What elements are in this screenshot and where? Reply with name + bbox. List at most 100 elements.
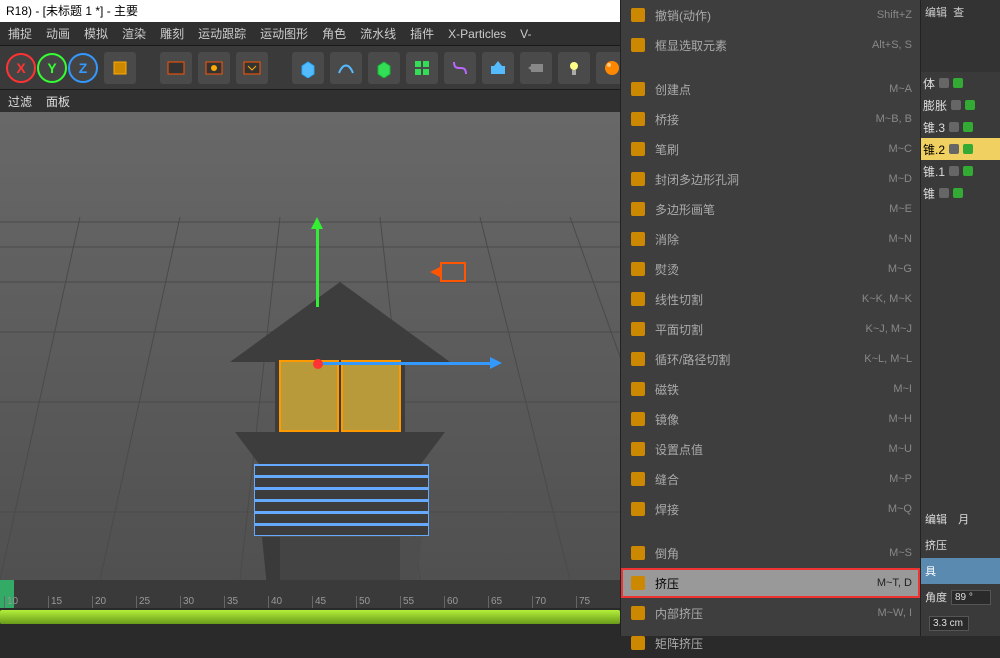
ctx-weld[interactable]: 焊接M~Q [621, 494, 920, 524]
ctx-frame[interactable]: 框显选取元素Alt+S, S [621, 30, 920, 60]
ctx-closehole[interactable]: 封闭多边形孔洞M~D [621, 164, 920, 194]
menu-capture[interactable]: 捕捉 [8, 25, 32, 42]
render-view-button[interactable] [160, 52, 192, 84]
ctx-inner-extrude[interactable]: 内部挤压M~W, I [621, 598, 920, 628]
move-gizmo-x[interactable] [322, 362, 492, 365]
selected-polygon-left[interactable] [279, 360, 339, 432]
inner-extrude-icon [629, 604, 647, 622]
viewport[interactable] [0, 112, 620, 580]
ctx-knife[interactable]: 线性切割K~K, M~K [621, 284, 920, 314]
ctx-label: 消除 [655, 231, 880, 248]
ctx-extrude[interactable]: 挤压M~T, D [621, 568, 920, 598]
axis-z-toggle[interactable]: Z [68, 53, 98, 83]
hierarchy-item[interactable]: 锥.2 [921, 138, 1000, 160]
polypen-icon [629, 200, 647, 218]
menu-animation[interactable]: 动画 [46, 25, 70, 42]
mesh-context-menu: 撤销(动作)Shift+Z框显选取元素Alt+S, S 创建点M~A桥接M~B, … [620, 0, 920, 636]
ctx-bridge[interactable]: 桥接M~B, B [621, 104, 920, 134]
camera-viewport-icon[interactable] [440, 262, 466, 282]
selected-polygon-right[interactable] [341, 360, 401, 432]
move-gizmo-y[interactable] [316, 227, 319, 307]
menu-render[interactable]: 渲染 [122, 25, 146, 42]
render-settings-button[interactable] [236, 52, 268, 84]
ctx-label: 镜像 [655, 411, 880, 428]
deformer-button[interactable] [444, 52, 476, 84]
ctx-shortcut: M~I [893, 383, 912, 395]
nurbs-button[interactable] [368, 52, 400, 84]
ctx-shortcut: M~D [888, 173, 912, 185]
ctx-stitch[interactable]: 缝合M~P [621, 464, 920, 494]
attr-angle-label: 角度 [925, 589, 947, 605]
objects-tab-view[interactable]: 查 [953, 7, 964, 19]
ctx-matrix-extrude[interactable]: 矩阵挤压 [621, 628, 920, 658]
ctx-label: 挤压 [655, 575, 869, 592]
menu-plugins[interactable]: 插件 [410, 25, 434, 42]
bridge-icon [629, 110, 647, 128]
panel-menu[interactable]: 面板 [46, 93, 70, 110]
timeline-ruler[interactable]: 1015202530354045505560657075 [0, 580, 620, 608]
render-region-button[interactable] [198, 52, 230, 84]
attr-offset-input[interactable] [929, 616, 969, 631]
ctx-polypen[interactable]: 多边形画笔M~E [621, 194, 920, 224]
ctx-setpoint[interactable]: 设置点值M~U [621, 434, 920, 464]
menu-vray[interactable]: V- [520, 27, 531, 41]
hierarchy-item[interactable]: 锥.1 [921, 160, 1000, 182]
coord-system-button[interactable] [104, 52, 136, 84]
ctx-brush[interactable]: 笔刷M~C [621, 134, 920, 164]
hierarchy-item[interactable]: 膨胀 [921, 94, 1000, 116]
timeline-range-thumb[interactable] [0, 610, 620, 624]
array-button[interactable] [406, 52, 438, 84]
ctx-label: 线性切割 [655, 291, 854, 308]
lighthouse-model[interactable] [180, 232, 480, 580]
cube-primitive-button[interactable] [292, 52, 324, 84]
attr-angle-input[interactable] [951, 590, 991, 605]
ctx-point[interactable]: 创建点M~A [621, 74, 920, 104]
dissolve-icon [629, 230, 647, 248]
timeline-range-slider[interactable] [0, 610, 620, 624]
closehole-icon [629, 170, 647, 188]
timeline[interactable]: 1015202530354045505560657075 [0, 580, 620, 636]
attr-tab-user[interactable]: 月 [958, 511, 969, 527]
attr-tab-edit[interactable]: 编辑 [925, 511, 947, 527]
ctx-shortcut: M~Q [888, 503, 912, 515]
ruler-tick: 50 [356, 596, 370, 608]
ctx-label: 框显选取元素 [655, 37, 864, 54]
ctx-magnet[interactable]: 磁铁M~I [621, 374, 920, 404]
menu-simulate[interactable]: 模拟 [84, 25, 108, 42]
ruler-tick: 45 [312, 596, 326, 608]
hierarchy-item[interactable]: 体 [921, 72, 1000, 94]
ctx-mirror[interactable]: 镜像M~H [621, 404, 920, 434]
menu-xparticles[interactable]: X-Particles [448, 27, 506, 41]
ctx-undo[interactable]: 撤销(动作)Shift+Z [621, 0, 920, 30]
attr-tool-tab[interactable]: 具 [921, 558, 1000, 584]
extrude-icon [629, 574, 647, 592]
spline-button[interactable] [330, 52, 362, 84]
menu-pipeline[interactable]: 流水线 [360, 25, 396, 42]
ctx-planecut[interactable]: 平面切割 K~J, M~J [621, 314, 920, 344]
light-button[interactable] [558, 52, 590, 84]
ctx-label: 熨烫 [655, 261, 880, 278]
ctx-shortcut: K~J, M~J [866, 323, 912, 335]
menu-motion-track[interactable]: 运动跟踪 [198, 25, 246, 42]
knife-icon [629, 290, 647, 308]
ctx-label: 平面切割 [655, 321, 858, 338]
menu-sculpt[interactable]: 雕刻 [160, 25, 184, 42]
ctx-iron[interactable]: 熨烫M~G [621, 254, 920, 284]
environment-button[interactable] [482, 52, 514, 84]
axis-y-toggle[interactable]: Y [37, 53, 67, 83]
camera-button[interactable] [520, 52, 552, 84]
ctx-shortcut: M~S [889, 547, 912, 559]
objects-tab-edit[interactable]: 编辑 [925, 7, 947, 19]
ctx-dissolve[interactable]: 消除M~N [621, 224, 920, 254]
hierarchy-item[interactable]: 锥.3 [921, 116, 1000, 138]
filter-menu[interactable]: 过滤 [8, 93, 32, 110]
menu-character[interactable]: 角色 [322, 25, 346, 42]
ctx-bevel[interactable]: 倒角 M~S [621, 538, 920, 568]
menu-mograph[interactable]: 运动图形 [260, 25, 308, 42]
hierarchy-item[interactable]: 锥 [921, 182, 1000, 204]
ctx-label: 倒角 [655, 545, 881, 562]
axis-x-toggle[interactable]: X [6, 53, 36, 83]
magnet-icon [629, 380, 647, 398]
setpoint-icon [629, 440, 647, 458]
ctx-loopcut[interactable]: 循环/路径切割K~L, M~L [621, 344, 920, 374]
